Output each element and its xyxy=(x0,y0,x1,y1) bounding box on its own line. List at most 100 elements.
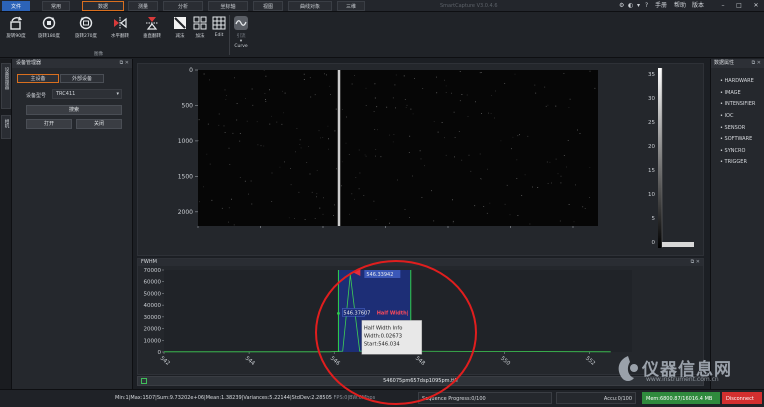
noise-pixel xyxy=(311,191,313,193)
noise-pixel xyxy=(203,73,205,75)
noise-pixel xyxy=(421,197,423,198)
menu-manual[interactable]: 手册 xyxy=(655,1,667,11)
menu-tab-file[interactable]: 文件 xyxy=(2,1,30,11)
close-button[interactable]: ✕ xyxy=(751,1,761,11)
noise-pixel xyxy=(517,135,519,137)
menu-tab-view[interactable]: 视图 xyxy=(253,1,283,11)
file-icon xyxy=(141,378,147,384)
x-tick-label: 550 xyxy=(499,356,511,368)
noise-pixel xyxy=(327,125,329,127)
noise-pixel xyxy=(410,108,412,110)
property-item-ioc[interactable]: • IOC xyxy=(720,113,733,119)
property-item-sensor[interactable]: • SENSOR xyxy=(720,125,745,131)
noise-pixel xyxy=(264,93,266,94)
close-device-button[interactable]: 关闭 xyxy=(76,119,122,129)
noise-pixel xyxy=(377,129,378,131)
noise-pixel xyxy=(363,195,365,196)
menu-tab-common[interactable]: 常用 xyxy=(42,1,70,11)
noise-pixel xyxy=(453,111,455,113)
help-icon[interactable]: ? xyxy=(645,1,648,11)
noise-pixel xyxy=(517,215,519,216)
noise-pixel xyxy=(500,140,502,142)
noise-pixel xyxy=(480,72,482,73)
connection-status-badge[interactable]: Disconnect xyxy=(722,392,762,404)
y-tick-label: 30000 xyxy=(144,315,162,321)
property-item-trigger[interactable]: • TRIGGER xyxy=(720,159,747,165)
menu-tab-data[interactable]: 数据 xyxy=(82,1,124,11)
noise-pixel xyxy=(412,113,414,115)
property-item-hardware[interactable]: • HARDWARE xyxy=(720,78,754,84)
noise-pixel xyxy=(244,180,246,182)
property-item-software[interactable]: • SOFTWARE xyxy=(720,136,752,142)
noise-pixel xyxy=(437,131,439,133)
colorbar-tick-label: 35 xyxy=(648,72,655,78)
noise-pixel xyxy=(221,207,223,209)
noise-pixel xyxy=(351,193,353,195)
menu-tab-curve-object[interactable]: 曲线对象 xyxy=(288,1,332,11)
noise-pixel xyxy=(354,198,355,200)
rotate-270-button[interactable]: 旋转270度 xyxy=(72,15,100,51)
noise-pixel xyxy=(444,137,445,139)
open-button[interactable]: 打开 xyxy=(26,119,72,129)
menu-version[interactable]: 版本 xyxy=(692,1,704,11)
menu-tab-3d[interactable]: 三维 xyxy=(337,1,365,11)
noise-pixel xyxy=(309,173,311,175)
panel-controls[interactable]: ⧉ ✕ xyxy=(120,59,129,68)
noise-pixel xyxy=(589,167,591,168)
watermark-url: www.instrument.com.cn xyxy=(646,376,719,383)
edit-label: Edit xyxy=(214,33,224,38)
subtract-button[interactable]: 减法 xyxy=(170,15,190,51)
edit-button[interactable]: Edit xyxy=(210,15,228,51)
subtab-external-device[interactable]: 外部设备 xyxy=(60,74,104,83)
noise-pixel xyxy=(408,152,410,153)
noise-pixel xyxy=(557,173,559,175)
image-view[interactable]: 0500100015002000050010001500200025003000… xyxy=(137,63,704,256)
property-item-intensifier[interactable]: • INTENSIFIER xyxy=(720,101,755,107)
noise-pixel xyxy=(436,76,437,78)
noise-pixel xyxy=(308,146,309,147)
menu-tab-measure[interactable]: 测量 xyxy=(128,1,158,11)
y-tick-label: 500 xyxy=(182,102,194,109)
theme-icon[interactable]: ◐ xyxy=(628,1,633,11)
minimize-button[interactable]: – xyxy=(718,1,728,11)
noise-pixel xyxy=(393,134,395,135)
maximize-button[interactable]: □ xyxy=(734,1,744,11)
noise-pixel xyxy=(359,172,361,174)
rotate-90-button[interactable]: 旋转90度 xyxy=(4,15,28,51)
panel-controls[interactable]: ⧉ ✕ xyxy=(752,59,761,68)
noise-pixel xyxy=(521,195,523,196)
y-tick-label: 2000 xyxy=(178,209,193,216)
vtab-camera[interactable]: 相机 xyxy=(1,115,11,139)
property-item-syncro[interactable]: • SYNCRO xyxy=(720,148,745,154)
noise-pixel xyxy=(516,159,518,161)
property-item-image[interactable]: • IMAGE xyxy=(720,90,741,96)
data-properties-title: 数据属性 xyxy=(714,60,735,66)
flip-horizontal-button[interactable]: 水平翻转 xyxy=(108,15,132,51)
panel-controls[interactable]: ⧉ ✕ xyxy=(691,259,700,266)
noise-pixel xyxy=(549,161,551,163)
gear-icon[interactable]: ⚙ xyxy=(619,1,624,11)
noise-pixel xyxy=(340,185,342,187)
language-icon[interactable]: ▾ xyxy=(637,1,640,11)
curve-label: Curve xyxy=(234,44,248,49)
menu-help[interactable]: 帮助 xyxy=(674,1,686,11)
device-type-select[interactable]: TRC411 ▾ xyxy=(52,89,122,99)
noise-pixel xyxy=(589,70,591,72)
flip-vertical-button[interactable]: 垂直翻转 xyxy=(140,15,164,51)
menu-tab-analysis[interactable]: 分析 xyxy=(163,1,203,11)
menu-tab-axis[interactable]: 坐标轴 xyxy=(208,1,248,11)
noise-pixel xyxy=(203,186,204,188)
image-plot[interactable]: 0500100015002000050010001500200025003000 xyxy=(168,66,636,228)
rotate-180-label: 旋转180度 xyxy=(37,34,61,39)
colorbar-tick-label: 25 xyxy=(648,120,655,126)
noise-pixel xyxy=(491,95,492,96)
curve-dropdown-button[interactable]: 引流 ▾ Curve xyxy=(231,15,251,51)
vtab-device-manager[interactable]: 设备管理器 xyxy=(1,63,11,109)
rotate-180-button[interactable]: 旋转180度 xyxy=(36,15,62,51)
noise-pixel xyxy=(271,201,273,202)
noise-pixel xyxy=(394,84,396,86)
subtab-main-device[interactable]: 主设备 xyxy=(17,74,59,83)
noise-pixel xyxy=(296,128,298,129)
search-button[interactable]: 搜索 xyxy=(26,105,122,115)
add-button[interactable]: 加法 xyxy=(190,15,210,51)
